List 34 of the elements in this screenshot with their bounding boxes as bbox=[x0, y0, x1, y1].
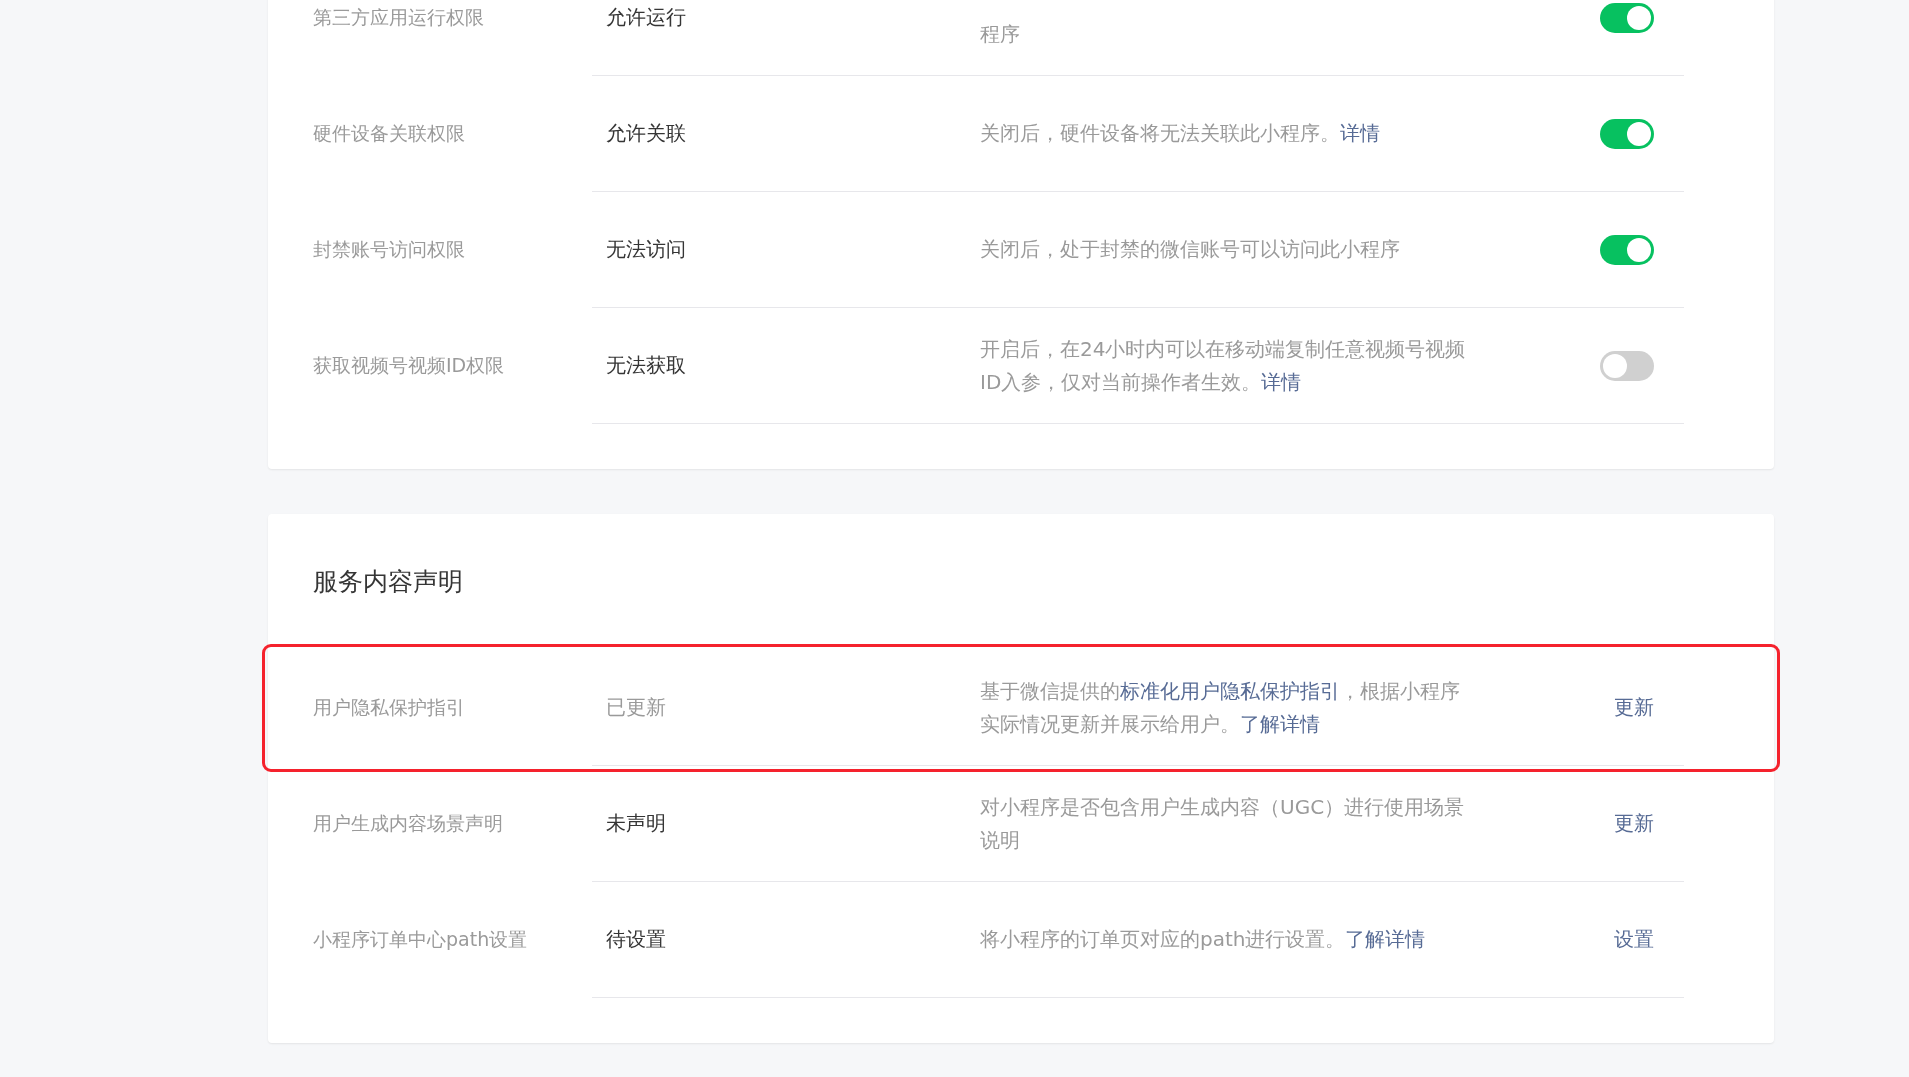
setting-value: 允许关联 bbox=[606, 120, 687, 147]
details-link[interactable]: 详情 bbox=[1340, 121, 1380, 145]
setting-description: 关闭后，处于封禁的微信账号可以访问此小程序 bbox=[980, 236, 1401, 263]
setting-label: 硬件设备关联权限 bbox=[312, 121, 466, 146]
setting-description: 将小程序的订单页对应的path进行设置。了解详情 bbox=[980, 926, 1427, 953]
setting-value: 无法获取 bbox=[606, 352, 687, 379]
toggle-switch[interactable] bbox=[1600, 2, 1654, 33]
toggle-switch[interactable] bbox=[1600, 234, 1654, 265]
setting-description: 程序 bbox=[980, 20, 1021, 48]
setting-label: 小程序订单中心path设置 bbox=[312, 927, 529, 952]
setting-value: 已更新 bbox=[606, 694, 667, 721]
setting-label: 用户隐私保护指引 bbox=[312, 695, 466, 720]
details-link[interactable]: 标准化用户隐私保护指引 bbox=[1120, 678, 1340, 703]
action-link[interactable]: 设置 bbox=[1614, 926, 1654, 953]
action-link[interactable]: 更新 bbox=[1614, 694, 1654, 721]
setting-description: 关闭后，硬件设备将无法关联此小程序。详情 bbox=[980, 120, 1381, 147]
details-link[interactable]: 了解详情 bbox=[1345, 927, 1426, 951]
action-link[interactable]: 更新 bbox=[1614, 810, 1654, 837]
setting-description: 基于微信提供的标准化用户隐私保护指引，根据小程序实际情况更新并展示给用户。了解详情 bbox=[980, 677, 1461, 738]
details-link[interactable]: 了解详情 bbox=[1240, 711, 1320, 736]
section-title: 服务内容声明 bbox=[312, 566, 464, 598]
setting-value: 待设置 bbox=[606, 926, 667, 953]
setting-value: 未声明 bbox=[606, 810, 667, 837]
setting-label: 封禁账号访问权限 bbox=[312, 237, 466, 262]
setting-label: 第三方应用运行权限 bbox=[312, 5, 485, 30]
details-link[interactable]: 详情 bbox=[1261, 369, 1302, 394]
setting-description: 开启后，在24小时内可以在移动端复制任意视频号视频ID入参，仅对当前操作者生效。详情 bbox=[980, 335, 1467, 396]
setting-value: 允许运行 bbox=[606, 4, 687, 31]
setting-value: 无法访问 bbox=[606, 236, 687, 263]
setting-description: 对小程序是否包含用户生成内容（UGC）进行使用场景说明 bbox=[980, 793, 1466, 854]
setting-label: 获取视频号视频ID权限 bbox=[312, 353, 506, 378]
toggle-switch[interactable] bbox=[1600, 350, 1654, 381]
setting-label: 用户生成内容场景声明 bbox=[312, 811, 504, 836]
toggle-switch[interactable] bbox=[1600, 118, 1654, 149]
